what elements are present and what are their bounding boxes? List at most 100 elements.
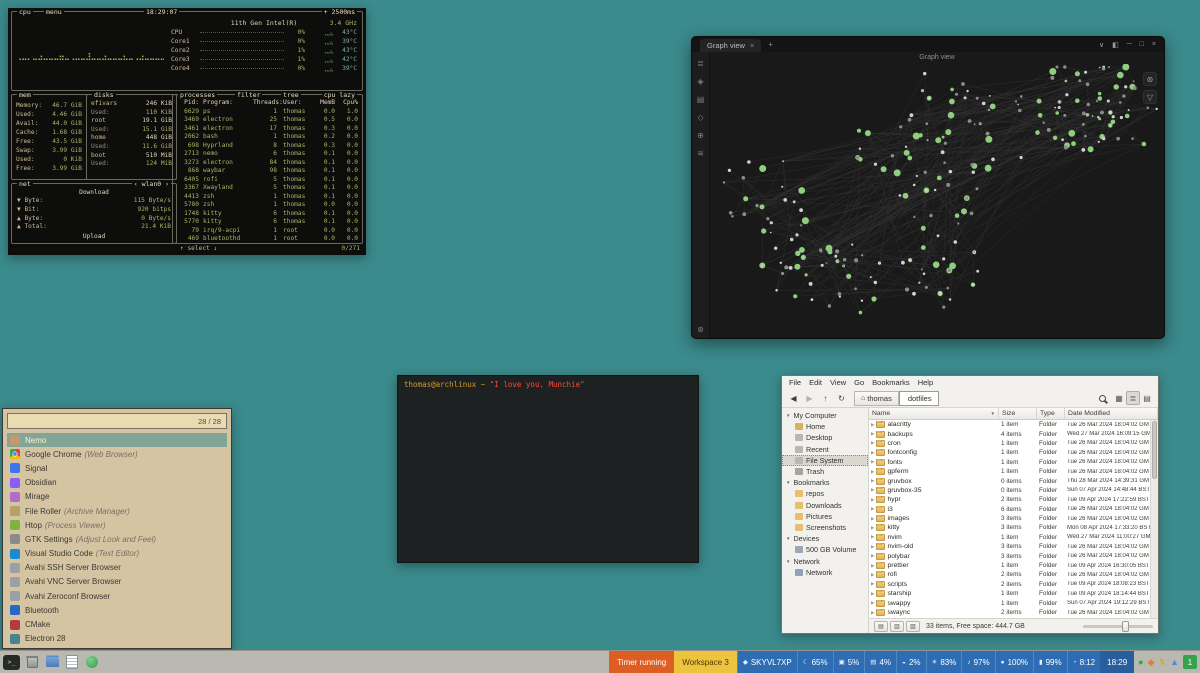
menu-item[interactable]: Bookmarks	[868, 378, 914, 387]
expander-icon[interactable]: ▶	[871, 600, 874, 606]
launcher-item[interactable]: Htop (Process Viewer)	[7, 518, 227, 532]
sidebar-item[interactable]: repos	[782, 488, 868, 499]
sidebar-item[interactable]: Recent	[782, 444, 868, 455]
notification-badge[interactable]: 1	[1183, 655, 1197, 669]
file-row[interactable]: ▶ images 3 items Folder Tue 26 Mar 2024 …	[869, 514, 1150, 523]
graph-canvas[interactable]	[710, 64, 1164, 338]
expander-icon[interactable]: ▶	[871, 534, 874, 540]
view-toggle-button[interactable]: ▦	[1112, 391, 1126, 405]
expander-icon[interactable]: ▶	[871, 553, 874, 559]
sidebar-item[interactable]: Bookmarks	[782, 477, 868, 488]
view-toggle-button[interactable]: ≣	[1126, 391, 1140, 405]
net-interface-selector[interactable]: ‹ wlan0 ›	[132, 180, 171, 188]
ribbon-icon[interactable]: ≣	[697, 59, 704, 68]
sidebar-item[interactable]: Network	[782, 567, 868, 578]
expander-icon[interactable]: ▶	[871, 450, 874, 456]
tray-chat-icon[interactable]: ●	[1138, 658, 1143, 667]
status-toggle-button[interactable]: ▤	[874, 621, 888, 632]
status-segment[interactable]: ☀ 83%	[926, 651, 962, 673]
tab-graph-view[interactable]: Graph view ×	[700, 39, 761, 52]
process-row[interactable]: 5780 zsh 1 thomas 0.0 0.0	[173, 201, 362, 210]
status-segment[interactable]: ◆ SKYVL7XP	[737, 651, 797, 673]
net-box-label[interactable]: net	[17, 180, 33, 188]
ribbon-icon[interactable]: ≋	[697, 149, 704, 158]
launcher-item[interactable]: Signal	[7, 461, 227, 475]
terminal-launcher[interactable]: >_	[3, 655, 20, 670]
breadcrumb-button[interactable]: dotfiles	[899, 391, 939, 406]
expander-icon[interactable]: ▶	[871, 610, 874, 616]
tab-close-icon[interactable]: ×	[750, 41, 754, 50]
expander-icon[interactable]: ▶	[871, 581, 874, 587]
timer-badge[interactable]: Timer running	[609, 651, 674, 673]
column-type[interactable]: Type	[1037, 408, 1065, 419]
recorder-launcher[interactable]	[83, 654, 101, 671]
file-row[interactable]: ▶ hypr 2 items Folder Tue 09 Apr 2024 17…	[869, 495, 1150, 504]
file-row[interactable]: ▶ gpferm 1 item Folder Tue 26 Mar 2024 1…	[869, 467, 1150, 476]
status-segment[interactable]: ▮ 99%	[1033, 651, 1067, 673]
status-segment[interactable]: ◔ 8:12	[1067, 651, 1101, 673]
back-button[interactable]: ◀	[786, 391, 801, 406]
launcher-item[interactable]: File Roller (Archive Manager)	[7, 504, 227, 518]
search-icon[interactable]	[1099, 395, 1106, 402]
menu-item[interactable]: File	[785, 378, 805, 387]
expander-icon[interactable]: ▶	[871, 544, 874, 550]
ribbon-icon[interactable]: ◇	[697, 113, 703, 122]
file-row[interactable]: ▶ rofi 2 items Folder Tue 26 Mar 2024 18…	[869, 570, 1150, 579]
scrollbar-thumb[interactable]	[1152, 421, 1157, 479]
file-row[interactable]: ▶ nvim-old 3 items Folder Tue 26 Mar 202…	[869, 542, 1150, 551]
forward-button[interactable]: ▶	[802, 391, 817, 406]
workspace-badge[interactable]: Workspace 3	[674, 651, 737, 673]
sidebar-toggle-icon[interactable]: ◧	[1112, 41, 1119, 49]
processes-box-label[interactable]: processes	[178, 91, 217, 99]
launcher-item[interactable]: Google Chrome (Web Browser)	[7, 447, 227, 461]
launcher-item[interactable]: Electron 28	[7, 632, 227, 646]
ribbon-icon[interactable]: ⊕	[697, 131, 704, 140]
editor-launcher[interactable]	[63, 654, 81, 671]
file-row[interactable]: ▶ starship 1 item Folder Tue 09 Apr 2024…	[869, 589, 1150, 598]
status-toggle-button[interactable]: ▧	[906, 621, 920, 632]
new-tab-icon[interactable]: +	[768, 40, 773, 49]
settings-gear-icon[interactable]: ⊛	[697, 325, 704, 334]
file-row[interactable]: ▶ gruvbox 0 items Folder Thu 28 Mar 2024…	[869, 476, 1150, 485]
process-row[interactable]: 3367 Xwayland 5 thomas 0.1 0.0	[173, 184, 362, 193]
process-row[interactable]: 3469 electron 25 thomas 0.5 0.0	[173, 116, 362, 125]
sidebar-item[interactable]: File System	[782, 455, 868, 466]
status-segment[interactable]: ● 100%	[995, 651, 1033, 673]
file-row[interactable]: ▶ i3 6 items Folder Tue 26 Mar 2024 18:0…	[869, 505, 1150, 514]
sidebar-item[interactable]: My Computer	[782, 410, 868, 421]
expander-icon[interactable]: ▶	[871, 422, 874, 428]
expander-icon[interactable]: ▶	[871, 525, 874, 531]
expander-icon[interactable]: ▶	[871, 478, 874, 484]
expander-icon[interactable]: ▶	[871, 497, 874, 503]
file-row[interactable]: ▶ scripts 2 items Folder Tue 09 Apr 2024…	[869, 580, 1150, 589]
up-button[interactable]: ↑	[818, 391, 833, 406]
ribbon-icon[interactable]: ▤	[697, 95, 705, 104]
minimize-icon[interactable]: ─	[1127, 41, 1132, 48]
trash-launcher[interactable]	[23, 654, 41, 671]
launcher-item[interactable]: Avahi VNC Server Browser	[7, 575, 227, 589]
btop-menu-button[interactable]: menu	[44, 8, 64, 16]
process-row[interactable]: 79 irq/9-acpi 1 root 0.0 0.0	[173, 227, 362, 236]
sort-mode-selector[interactable]: cpu lazy	[322, 91, 357, 99]
file-row[interactable]: ▶ nvim 1 item Folder Wed 27 Mar 2024 11:…	[869, 533, 1150, 542]
process-row[interactable]: 1748 kitty 6 thomas 0.1 0.0	[173, 210, 362, 219]
file-row[interactable]: ▶ kitty 3 items Folder Mon 08 Apr 2024 1…	[869, 523, 1150, 532]
process-row[interactable]: 4413 zsh 1 thomas 0.1 0.0	[173, 193, 362, 202]
sidebar-item[interactable]: Screenshots	[782, 522, 868, 533]
view-toggle-button[interactable]: ▤	[1140, 391, 1154, 405]
process-row[interactable]: 2713 nemo 6 thomas 0.1 0.0	[173, 150, 362, 159]
expander-icon[interactable]: ▶	[871, 516, 874, 522]
launcher-item[interactable]: Nemo	[7, 433, 227, 447]
file-row[interactable]: ▶ gruvbox-35 0 items Folder Sun 07 Apr 2…	[869, 486, 1150, 495]
process-row[interactable]: 5770 kitty 6 thomas 0.1 0.0	[173, 218, 362, 227]
launcher-item[interactable]: Avahi SSH Server Browser	[7, 561, 227, 575]
status-segment[interactable]: ☾ 65%	[797, 651, 833, 673]
sidebar-item[interactable]: Pictures	[782, 511, 868, 522]
launcher-item[interactable]: Bluetooth	[7, 603, 227, 617]
sidebar-item[interactable]: 500 GB Volume	[782, 544, 868, 555]
file-row[interactable]: ▶ polybar 3 items Folder Tue 26 Mar 2024…	[869, 551, 1150, 560]
clock[interactable]: 18:29	[1100, 651, 1134, 673]
graph-settings-icon[interactable]: ⊛	[1143, 72, 1157, 86]
filter-button[interactable]: filter	[235, 91, 262, 99]
disks-box-label[interactable]: disks	[92, 91, 116, 99]
